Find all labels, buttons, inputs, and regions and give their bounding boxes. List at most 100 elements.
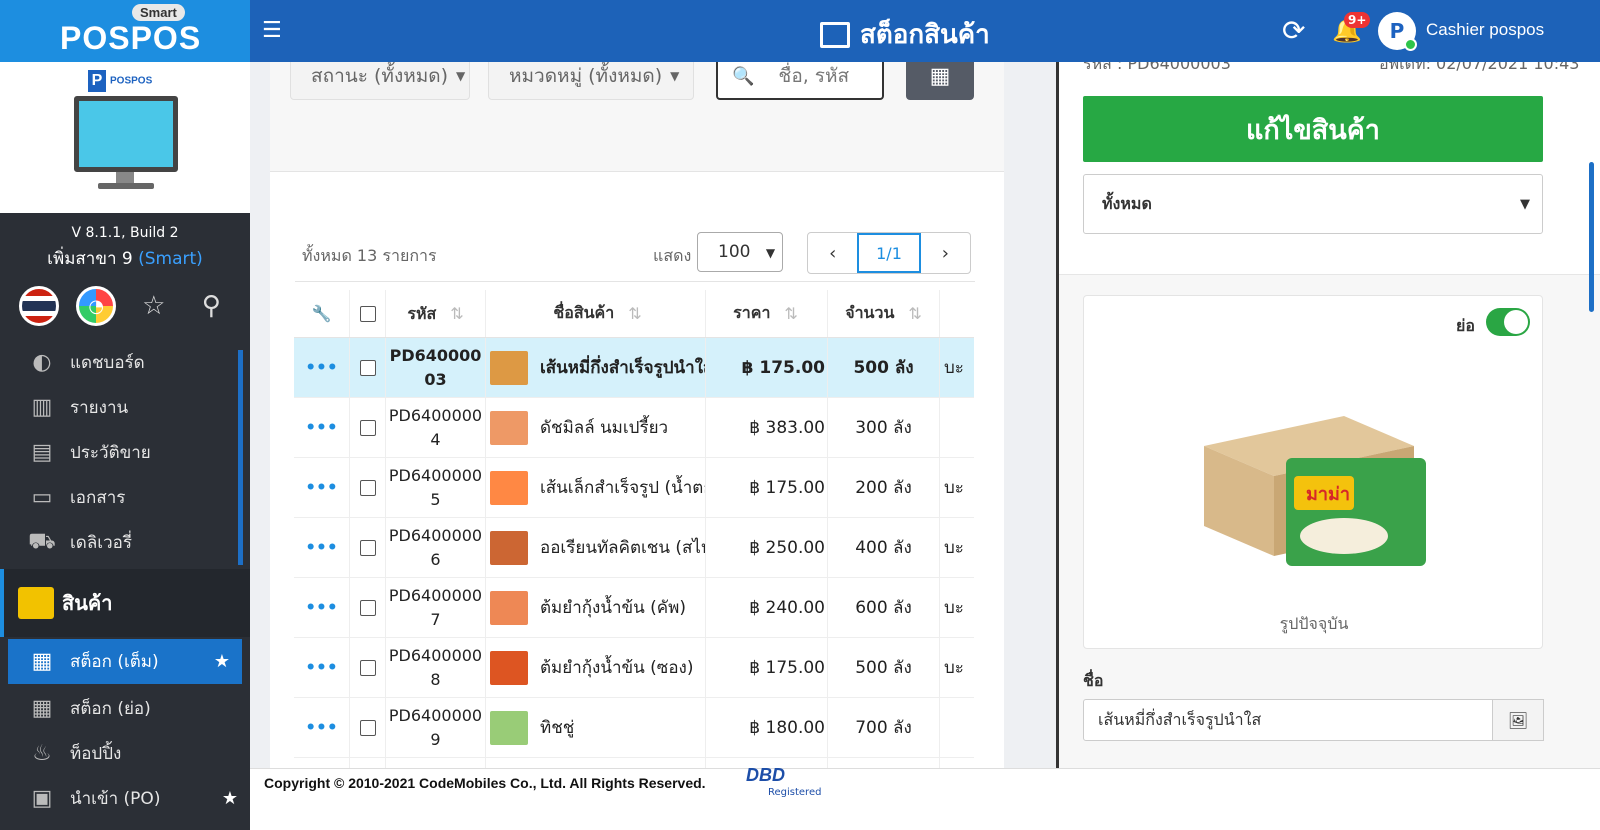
notification-badge: 9+ — [1344, 12, 1371, 28]
menu-item-dashboard[interactable]: ◐ แดชบอร์ด — [0, 340, 250, 385]
report-icon: ▥ — [31, 395, 53, 420]
image-card: ย่อ มาม่า รูปปัจจุบัน — [1083, 295, 1543, 649]
star-icon[interactable]: ☆ — [134, 286, 174, 326]
image-icon: 🖼 — [1507, 710, 1529, 730]
search-input[interactable]: 🔍 ชื่อ, รหัส — [716, 62, 884, 100]
row-actions-button[interactable]: ••• — [294, 638, 350, 697]
show-label: แสดง — [653, 246, 692, 265]
menu-item-stock-short[interactable]: ▦ สต็อก (ย่อ) — [0, 686, 250, 731]
product-table: 🔧 รหัส ⇅ ชื่อสินค้า ⇅ ราคา ⇅ จำนวน ⇅ ••• PD6… — [294, 290, 974, 769]
table-row[interactable]: ••• PD64000004 ดัชมิลล์ นมเปรี้ยว ฿ 383.… — [294, 398, 974, 458]
row-actions-button[interactable]: ••• — [294, 338, 350, 397]
chevron-down-icon: ▼ — [765, 246, 776, 260]
menu-item-topping[interactable]: ♨ ท็อปปิ้ง — [0, 731, 250, 776]
row-actions-button[interactable]: ••• — [294, 518, 350, 577]
table-row[interactable]: ••• PD64000007 ต้มยำกุ้งน้ำข้น (คัพ) ฿ 2… — [294, 578, 974, 638]
section-products[interactable]: สินค้า — [0, 569, 250, 637]
brand-area: P POSPOS — [0, 62, 250, 213]
svg-text:มาม่า: มาม่า — [1306, 484, 1350, 505]
header-name[interactable]: ชื่อสินค้า ⇅ — [486, 290, 706, 337]
table-row[interactable]: ••• PD64000008 ต้มยำกุ้งน้ำข้น (ซอง) ฿ 1… — [294, 638, 974, 698]
app-logo[interactable]: POSPOS — [60, 20, 201, 57]
dashboard-icon: ◐ — [32, 350, 52, 375]
search-icon: 🔍 — [732, 65, 755, 87]
sidebar: POSPOS Smart P POSPOS V 8.1.1, Build 2 เพ… — [0, 0, 250, 830]
dbd-registered: Registered — [768, 787, 822, 798]
table-row[interactable]: ••• PD64000006 ออเรียนทัลคิตเชน (สไป ฿ 2… — [294, 518, 974, 578]
table-row[interactable]: ••• PD64000003 เส้นหมี่กึ่งสำเร็จรูปนำใส… — [294, 338, 974, 398]
row-unit: บะ — [944, 478, 964, 498]
main-menu: ◐ แดชบอร์ด ▥ รายงาน ▤ ประวัติขาย ▭ เอกสาร ⛟ เ… — [0, 340, 250, 565]
edit-product-button[interactable]: แก้ไขสินค้า — [1083, 96, 1543, 162]
menu-item-report[interactable]: ▥ รายงาน — [0, 385, 250, 430]
speed-gauge-icon[interactable]: ◔ — [76, 286, 117, 326]
stock-box-icon — [820, 21, 850, 48]
row-unit — [940, 698, 974, 757]
sort-icon: ⇅ — [628, 304, 642, 323]
name-field[interactable]: เส้นหมี่กึ่งสำเร็จรูปนำใส — [1083, 699, 1493, 741]
product-thumbnail — [490, 470, 528, 505]
category-filter[interactable]: หมวดหมู่ (ทั้งหมด) ▼ — [488, 62, 694, 100]
pagination: ‹ 1/1 › — [807, 232, 971, 274]
row-actions-button[interactable]: ••• — [294, 578, 350, 637]
row-name: ต้มยำกุ้งน้ำข้น (ซอง) — [486, 638, 706, 697]
row-actions-button[interactable]: ••• — [294, 398, 350, 457]
status-filter[interactable]: สถานะ (ทั้งหมด) ▼ — [290, 62, 470, 100]
menu-item-import-po[interactable]: ▣ นำเข้า (PO) ★ — [0, 776, 250, 821]
row-checkbox[interactable] — [350, 518, 386, 577]
next-page-button[interactable]: › — [921, 233, 970, 273]
quick-icons: ◔ ☆ ⚲ — [0, 272, 250, 332]
row-actions-button[interactable]: ••• — [294, 698, 350, 757]
grid-view-button[interactable]: ▦ — [906, 62, 974, 100]
menu-item-stock-full[interactable]: ▦ สต็อก (เต็ม) ★ — [8, 639, 242, 684]
product-detail-panel: รหัส : PD64000003 อัพเดท: 02/07/2021 10:… — [1056, 62, 1600, 769]
prev-page-button[interactable]: ‹ — [808, 233, 857, 273]
row-code: PD64000005 — [386, 458, 486, 517]
folder-icon: ▭ — [31, 485, 53, 510]
row-qty: 300 ลัง — [828, 398, 940, 457]
row-checkbox[interactable] — [350, 338, 386, 397]
refresh-icon[interactable]: ⟳ — [1282, 14, 1305, 47]
row-checkbox[interactable] — [350, 458, 386, 517]
header-unit[interactable] — [940, 290, 974, 337]
dbd-logo[interactable]: DBD — [746, 765, 785, 786]
row-code: PD64000006 — [386, 518, 486, 577]
favorite-star-icon[interactable]: ★ — [214, 651, 230, 672]
favorite-star-icon[interactable]: ★ — [222, 788, 238, 809]
header-code[interactable]: รหัส ⇅ — [386, 290, 486, 337]
settings-wrench-icon[interactable]: 🔧 — [294, 290, 350, 337]
copyright-text: Copyright © 2010-2021 CodeMobiles Co., L… — [264, 775, 706, 791]
header-price[interactable]: ราคา ⇅ — [706, 290, 828, 337]
product-thumbnail — [490, 410, 528, 445]
product-list-card: สถานะ (ทั้งหมด) ▼ หมวดหมู่ (ทั้งหมด) ▼ 🔍 ชื… — [270, 62, 1004, 769]
row-qty: 500 ลัง — [828, 338, 940, 397]
row-checkbox[interactable] — [350, 398, 386, 457]
branch-name[interactable]: เพิ่มสาขา 9 (Smart) — [0, 245, 250, 272]
sort-icon: ⇅ — [450, 303, 464, 323]
row-checkbox[interactable] — [350, 698, 386, 757]
collapse-toggle[interactable] — [1486, 308, 1530, 336]
select-all-checkbox[interactable] — [350, 290, 386, 337]
branch-select[interactable]: ทั้งหมด ▼ — [1083, 174, 1543, 234]
thai-flag-icon[interactable] — [18, 286, 59, 326]
table-body: ••• PD64000003 เส้นหมี่กึ่งสำเร็จรูปนำใส… — [294, 338, 974, 769]
table-row[interactable]: ••• PD64000009 ทิชชู่ ฿ 180.00 700 ลัง — [294, 698, 974, 758]
menu-item-documents[interactable]: ▭ เอกสาร — [0, 475, 250, 520]
menu-item-delivery[interactable]: ⛟ เดลิเวอรี่ — [0, 520, 250, 565]
table-row[interactable]: ••• PD64000005 เส้นเล็กสำเร็จรูป (น้ำตก … — [294, 458, 974, 518]
branch-tree-icon[interactable]: ⚲ — [191, 286, 231, 326]
row-actions-button[interactable]: ••• — [294, 458, 350, 517]
updated-date: อัพเดท: 02/07/2021 10:43 — [1379, 62, 1580, 73]
mini-logo: P POSPOS — [88, 70, 152, 92]
hamburger-icon[interactable]: ☰ — [262, 18, 282, 43]
panel-scrollbar[interactable] — [1589, 162, 1594, 312]
user-name[interactable]: Cashier pospos — [1426, 20, 1544, 40]
row-checkbox[interactable] — [350, 578, 386, 637]
page-size-select[interactable]: 100 ▼ — [697, 232, 783, 272]
image-picker-button[interactable]: 🖼 — [1492, 699, 1544, 741]
menu-item-sales-history[interactable]: ▤ ประวัติขาย — [0, 430, 250, 475]
row-code: PD64000003 — [386, 338, 486, 397]
header-qty[interactable]: จำนวน ⇅ — [828, 290, 940, 337]
menu-scrollbar[interactable] — [238, 350, 243, 565]
row-checkbox[interactable] — [350, 638, 386, 697]
